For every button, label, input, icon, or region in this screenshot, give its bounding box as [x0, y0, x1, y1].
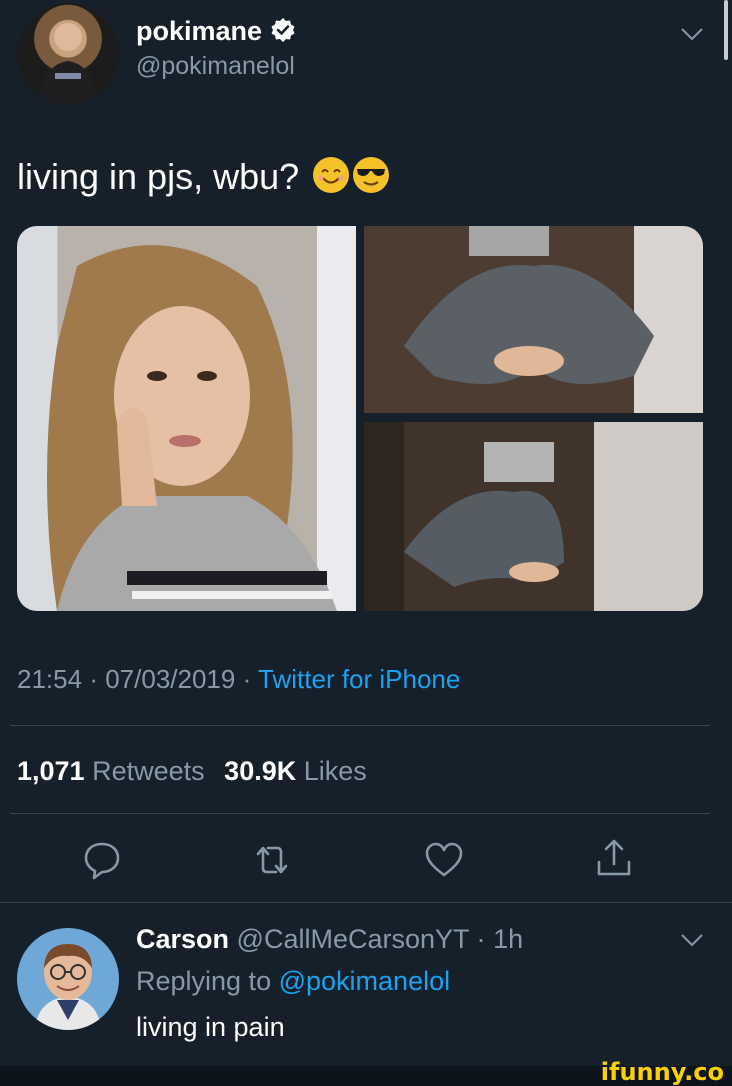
tweet-text: living in pjs, wbu? — [17, 156, 300, 197]
reply-text: living in pain — [136, 1012, 285, 1042]
tweet-time: 21:54 — [17, 664, 83, 694]
tweet-source-link[interactable]: Twitter for iPhone — [258, 664, 460, 694]
tweet-menu-chevron-down-icon[interactable] — [680, 26, 704, 47]
share-icon[interactable] — [594, 838, 634, 878]
reply-handle[interactable]: @CallMeCarsonYT — [237, 924, 469, 954]
sunglasses-face-icon — [353, 157, 390, 193]
divider — [0, 902, 732, 903]
tweet-meta: 21:54 · 07/03/2019 · Twitter for iPhone — [17, 664, 460, 695]
replying-to-line: Replying to @pokimanelol — [136, 966, 450, 997]
tweet-stats: 1,071 Retweets 30.9K Likes — [17, 756, 367, 787]
divider — [10, 725, 710, 726]
reply-age: 1h — [493, 924, 524, 954]
smiling-face-icon — [313, 157, 350, 193]
media-photo-sitting[interactable] — [364, 226, 703, 413]
author-display-name[interactable]: pokimane — [136, 16, 262, 46]
replying-to-handle-link[interactable]: @pokimanelol — [279, 966, 451, 996]
retweets-count: 1,071 — [17, 756, 85, 786]
divider — [10, 813, 710, 814]
meta-separator: · — [476, 924, 486, 954]
author-name-row[interactable]: pokimane — [136, 16, 296, 47]
reply-display-name[interactable]: Carson — [136, 924, 229, 954]
tweet-date: 07/03/2019 — [105, 664, 236, 694]
tweet-text-row: living in pjs, wbu? — [17, 156, 390, 198]
retweets-label: Retweets — [92, 756, 205, 786]
reply-header: Carson @CallMeCarsonYT · 1h — [136, 924, 523, 955]
retweet-icon[interactable] — [252, 840, 292, 880]
reply-menu-chevron-down-icon[interactable] — [680, 932, 704, 953]
like-icon[interactable] — [424, 840, 464, 880]
scrollbar[interactable] — [724, 0, 728, 60]
reply-author-avatar[interactable] — [17, 928, 119, 1030]
tweet-media-grid[interactable] — [17, 226, 703, 611]
likes-stat[interactable]: 30.9K Likes — [224, 756, 367, 786]
reply-icon[interactable] — [82, 840, 122, 880]
meta-separator: · — [89, 664, 98, 694]
replying-to-prefix: Replying to — [136, 966, 272, 996]
likes-label: Likes — [303, 756, 367, 786]
likes-count: 30.9K — [224, 756, 297, 786]
verified-badge-icon — [270, 17, 296, 43]
media-photo-mirror[interactable] — [364, 422, 703, 611]
author-avatar[interactable] — [17, 3, 119, 105]
author-handle[interactable]: @pokimanelol — [136, 52, 295, 81]
meta-separator: · — [242, 664, 252, 694]
retweets-stat[interactable]: 1,071 Retweets — [17, 756, 205, 786]
media-photo-selfie[interactable] — [17, 226, 356, 611]
ifunny-watermark: ifunny.co — [600, 1058, 724, 1086]
